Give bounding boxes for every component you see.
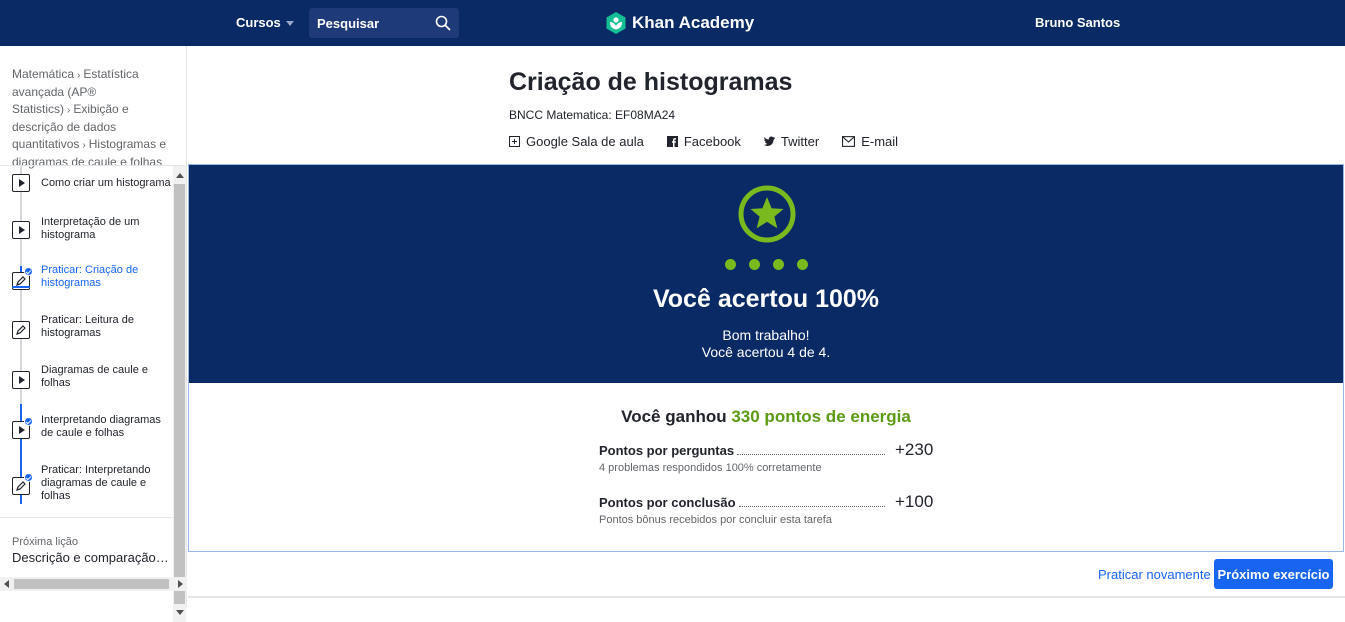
breadcrumb-separator-icon: › xyxy=(67,105,71,116)
next-lesson-label: Próxima lição xyxy=(12,536,79,548)
dotted-leader xyxy=(737,454,885,455)
score-subtitle: Bom trabalho! Você acertou 4 de 4. xyxy=(189,327,1343,361)
correct-dot xyxy=(773,259,784,270)
search-box[interactable] xyxy=(309,8,459,38)
video-icon xyxy=(12,174,30,192)
dotted-leader xyxy=(738,506,885,507)
points-row-value: +100 xyxy=(895,492,934,511)
lesson-label: Praticar: Leitura de histogramas xyxy=(41,314,134,339)
khan-leaf-icon xyxy=(606,12,626,34)
completed-check-icon xyxy=(24,473,33,482)
score-title: Você acertou 100% xyxy=(652,285,880,313)
points-row-description: 4 problemas respondidos 100% corretament… xyxy=(599,462,822,474)
next-lesson-link[interactable]: Descrição e comparação de distribuições xyxy=(12,550,172,565)
points-row-value: +230 xyxy=(895,440,934,459)
divider xyxy=(0,517,173,518)
facebook-icon xyxy=(666,136,678,147)
lesson-label: Praticar: Interpretando diagramas de cau… xyxy=(41,464,151,502)
correct-dot xyxy=(797,259,808,270)
lesson-item[interactable]: Praticar: Leitura de histogramas xyxy=(0,314,173,368)
khan-academy-logo[interactable]: Khan Academy xyxy=(606,12,754,34)
search-input[interactable] xyxy=(317,15,427,31)
breadcrumb-link[interactable]: Matemática xyxy=(12,67,74,81)
chevron-down-icon xyxy=(285,20,294,26)
share-bar: Google Sala de aula Facebook Twitter E-m… xyxy=(509,134,898,149)
bncc-code: BNCC Matematica: EF08MA24 xyxy=(509,108,676,122)
action-bar: Praticar novamente Próximo exercício xyxy=(188,552,1345,598)
lesson-label: Praticar: Criação de histogramas xyxy=(41,264,139,289)
user-menu[interactable]: Bruno Santos xyxy=(1035,15,1120,30)
breadcrumb-separator-icon: › xyxy=(77,70,81,81)
sidebar-horizontal-scrollbar[interactable] xyxy=(0,577,187,591)
share-facebook-label: Facebook xyxy=(683,134,741,149)
energy-prefix: Você ganhou xyxy=(621,407,732,426)
pencil-icon xyxy=(12,321,30,339)
practice-again-button[interactable]: Praticar novamente xyxy=(1098,567,1211,582)
energy-points-value: 330 pontos de energia xyxy=(731,407,911,426)
result-banner: Você acertou 100% Bom trabalho! Você ace… xyxy=(189,165,1343,383)
energy-points-title: Você ganhou 330 pontos de energia xyxy=(189,407,1343,427)
classroom-icon xyxy=(509,136,520,147)
breadcrumb: Matemática › Estatística avançada (AP® Sta… xyxy=(12,66,177,171)
top-navbar: Cursos Khan Academy Bruno Santos xyxy=(0,0,1345,46)
scroll-down-arrow-icon[interactable] xyxy=(176,610,184,615)
score-message: Bom trabalho! xyxy=(722,327,810,343)
star-badge-icon xyxy=(738,185,796,243)
lesson-label: Interpretando diagramas de caule e folha… xyxy=(41,414,161,439)
brand-name: Khan Academy xyxy=(632,13,755,32)
completed-check-icon xyxy=(24,267,33,276)
email-icon xyxy=(842,136,856,147)
lesson-item[interactable]: Praticar: Interpretando diagramas de cau… xyxy=(0,464,173,517)
points-row-label: Pontos por perguntas xyxy=(599,443,735,458)
lesson-label: Diagramas de caule e folhas xyxy=(41,364,149,389)
scroll-left-arrow-icon[interactable] xyxy=(4,580,9,588)
breadcrumb-separator-icon: › xyxy=(82,140,86,151)
question-progress-dots xyxy=(725,259,808,270)
share-email-label: E-mail xyxy=(861,134,899,149)
completed-check-icon xyxy=(24,417,33,426)
points-row: Pontos por perguntas +230 4 problemas re… xyxy=(599,440,939,474)
lesson-list: Como criar um histograma Interpretação d… xyxy=(0,166,173,517)
lesson-item[interactable]: Diagramas de caule e folhas xyxy=(0,364,173,418)
share-classroom-label: Google Sala de aula xyxy=(526,134,644,149)
sidebar-scrollbar[interactable] xyxy=(173,166,186,622)
twitter-icon xyxy=(763,136,775,146)
lesson-item[interactable]: Como criar um histograma xyxy=(0,171,173,219)
result-card: Você acertou 100% Bom trabalho! Você ace… xyxy=(188,164,1344,552)
scroll-right-arrow-icon[interactable] xyxy=(178,580,183,588)
active-indicator xyxy=(12,286,30,288)
share-email-button[interactable]: E-mail xyxy=(842,134,898,149)
scrollbar-thumb[interactable] xyxy=(14,579,169,589)
share-classroom-button[interactable]: Google Sala de aula xyxy=(509,134,644,149)
points-row-label: Pontos por conclusão xyxy=(599,495,736,510)
lesson-item[interactable]: Interpretando diagramas de caule e folha… xyxy=(0,414,173,468)
sidebar: Matemática › Estatística avançada (AP® Sta… xyxy=(0,46,187,622)
points-row-description: Pontos bônus recebidos por concluir esta… xyxy=(599,514,832,526)
points-row: Pontos por conclusão +100 Pontos bônus r… xyxy=(599,492,939,526)
correct-dot xyxy=(725,259,736,270)
lesson-item-active[interactable]: Praticar: Criação de histogramas xyxy=(0,264,173,318)
page-title: Criação de histogramas xyxy=(509,68,793,96)
share-facebook-button[interactable]: Facebook xyxy=(666,134,741,149)
share-twitter-label: Twitter xyxy=(780,134,820,149)
scrollbar-thumb[interactable] xyxy=(174,184,185,604)
scroll-up-arrow-icon[interactable] xyxy=(176,173,184,178)
lesson-label: Como criar um histograma xyxy=(41,177,171,189)
courses-menu-button[interactable]: Cursos xyxy=(236,15,294,30)
video-icon xyxy=(12,371,30,389)
courses-label: Cursos xyxy=(236,15,281,30)
lesson-label: Interpretação de um histograma xyxy=(41,216,140,241)
video-icon xyxy=(12,221,30,239)
correct-dot xyxy=(749,259,760,270)
score-count: Você acertou 4 de 4. xyxy=(701,344,831,360)
next-exercise-button[interactable]: Próximo exercício xyxy=(1214,559,1333,589)
lesson-item[interactable]: Interpretação de um histograma xyxy=(0,216,173,268)
share-twitter-button[interactable]: Twitter xyxy=(763,134,820,149)
search-icon[interactable] xyxy=(435,15,451,31)
